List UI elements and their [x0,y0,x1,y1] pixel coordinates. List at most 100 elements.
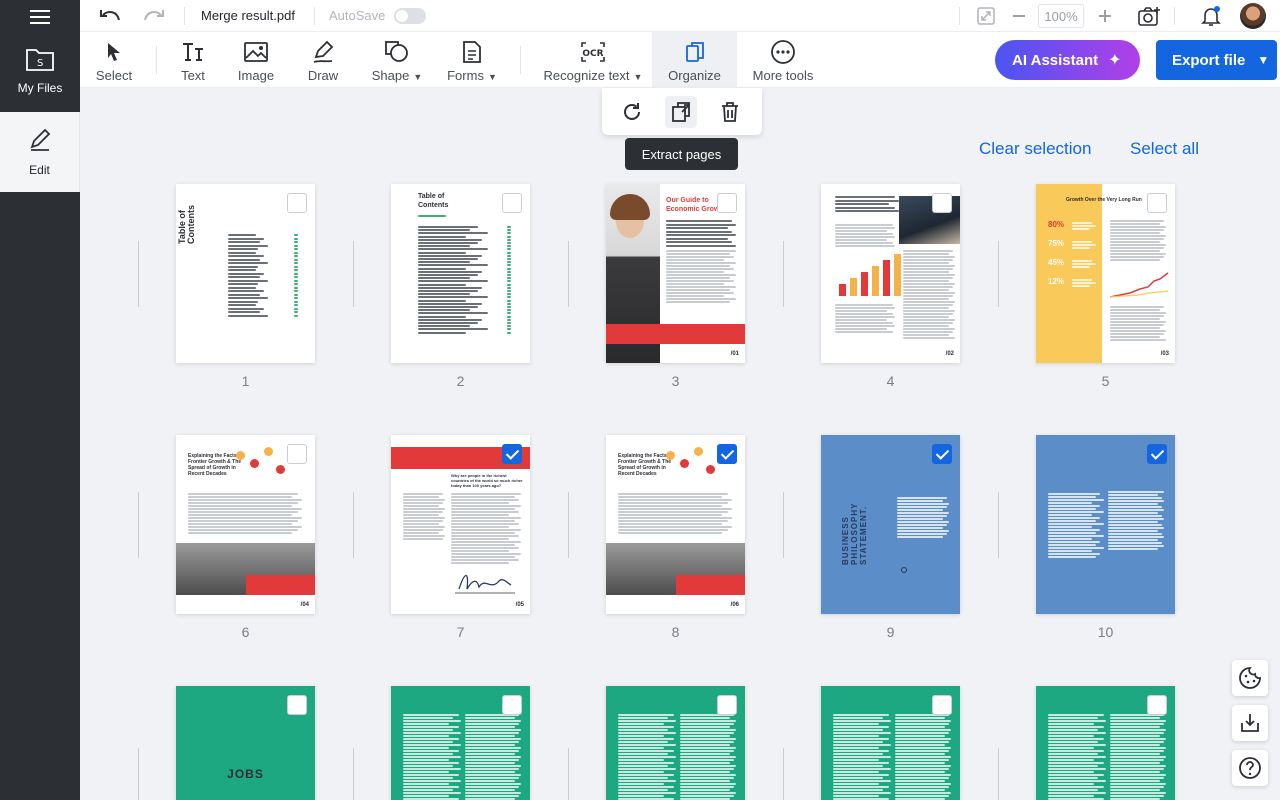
page-thumbnail[interactable] [1036,435,1175,614]
text-line [833,750,889,752]
page-thumbnail[interactable] [821,686,960,800]
page-thumbnail[interactable]: Table of Contents [391,184,530,363]
page-checkbox[interactable] [717,193,737,213]
help-button[interactable] [1232,750,1268,786]
page-checkbox[interactable] [1147,193,1167,213]
text-line [1110,318,1160,320]
insert-gap[interactable] [138,748,139,800]
page-thumbnail[interactable] [391,686,530,800]
page-checkbox[interactable] [1147,444,1167,464]
autosave-toggle[interactable] [394,8,426,24]
zoom-in-icon[interactable] [1094,4,1116,28]
text-line [895,762,945,764]
zoom-level[interactable]: 100% [1038,4,1084,28]
tool-shape[interactable]: Shape ▼ [364,32,430,88]
insert-gap[interactable] [998,241,999,307]
cookie-button[interactable] [1232,660,1268,696]
page-checkbox[interactable] [932,193,952,213]
file-name[interactable]: Merge result.pdf [201,8,295,23]
insert-gap[interactable] [353,492,354,558]
page-thumbnail[interactable]: Growth Over the Very Long Run 80% 75% 45% 12… [1036,184,1175,363]
chevron-down-icon: ▼ [633,72,643,82]
insert-gap[interactable] [568,492,569,558]
page-thumbnail[interactable]: Our Guide to Economic Growth/01 [606,184,745,363]
text-line [1110,720,1166,722]
tool-recognize-text[interactable]: OCR Recognize text ▼ [540,32,646,88]
text-line [403,720,461,722]
page-checkbox[interactable] [287,193,307,213]
extract-pages-button[interactable] [665,96,697,128]
rail-item-edit[interactable]: Edit [0,112,80,192]
page-thumbnail[interactable]: JOBS [176,686,315,800]
undo-icon[interactable] [98,4,122,28]
ai-assistant-button[interactable]: AI Assistant ✦ [995,40,1140,80]
insert-gap[interactable] [998,492,999,558]
page-thumbnail[interactable] [1036,686,1175,800]
page-checkbox[interactable] [717,444,737,464]
rail-item-my-files[interactable]: S My Files [0,40,80,112]
menu-icon[interactable] [28,6,52,26]
insert-gap[interactable] [783,241,784,307]
text-line [228,286,256,289]
page-checkbox[interactable] [287,444,307,464]
page-checkbox[interactable] [932,444,952,464]
page-checkbox[interactable] [1147,695,1167,715]
text-line [666,253,730,255]
text-line [666,298,736,300]
bell-icon[interactable] [1198,4,1224,28]
page-thumbnail[interactable]: Table of Contents [176,184,315,363]
page-checkbox[interactable] [717,695,737,715]
text-line [228,255,264,257]
insert-gap[interactable] [783,748,784,800]
rotate-button[interactable] [616,96,648,128]
page-thumbnail[interactable]: /02 [821,184,960,363]
page-thumbnail[interactable]: BUSINESS PHILOSOPHY STATEMENT. [821,435,960,614]
tool-text[interactable]: Text [168,32,218,88]
download-button[interactable] [1232,705,1268,741]
page-thumbnail[interactable]: Explaining the Facts of Frontier Growth … [176,435,315,614]
insert-gap[interactable] [568,748,569,800]
text-line [618,729,668,731]
text-line [666,227,728,229]
tool-image[interactable]: Image [230,32,282,88]
page-thumbnail[interactable] [606,686,745,800]
export-file-button[interactable]: Export file ▼ [1156,40,1277,80]
page-checkbox[interactable] [502,193,522,213]
tool-organize[interactable]: Organize [652,32,737,88]
clear-selection-link[interactable]: Clear selection [979,139,1091,159]
page-checkbox[interactable] [502,695,522,715]
insert-gap[interactable] [353,241,354,307]
page-checkbox[interactable] [502,444,522,464]
insert-gap[interactable] [568,241,569,307]
select-all-link[interactable]: Select all [1130,139,1199,159]
insert-gap[interactable] [998,748,999,800]
insert-gap[interactable] [138,241,139,307]
screenshot-icon[interactable] [1136,4,1162,28]
text-line [1110,750,1164,752]
page-thumbnail[interactable]: Why are people in the richest countries … [391,435,530,614]
text-line [618,789,668,791]
page-checkbox[interactable] [932,695,952,715]
insert-gap[interactable] [138,492,139,558]
text-line [465,750,519,752]
zoom-out-icon[interactable] [1008,4,1030,28]
delete-button[interactable] [714,96,746,128]
page-checkbox[interactable] [287,695,307,715]
tool-select[interactable]: Select [86,32,142,88]
text-line [1048,765,1098,767]
fit-page-icon[interactable] [974,4,998,28]
insert-gap[interactable] [353,748,354,800]
avatar[interactable] [1240,3,1266,29]
tool-forms[interactable]: Forms ▼ [444,32,500,88]
tool-draw[interactable]: Draw [298,32,348,88]
tool-more[interactable]: More tools [746,32,820,88]
text-line [897,518,943,520]
page-thumbnail[interactable]: Explaining the Facts of Frontier Growth … [606,435,745,614]
text-line [666,262,736,264]
text-line [1072,241,1092,243]
insert-gap[interactable] [783,492,784,558]
organize-popover [602,88,762,135]
text-line [403,792,461,794]
redo-icon[interactable] [142,4,166,28]
text-line [1048,780,1106,782]
